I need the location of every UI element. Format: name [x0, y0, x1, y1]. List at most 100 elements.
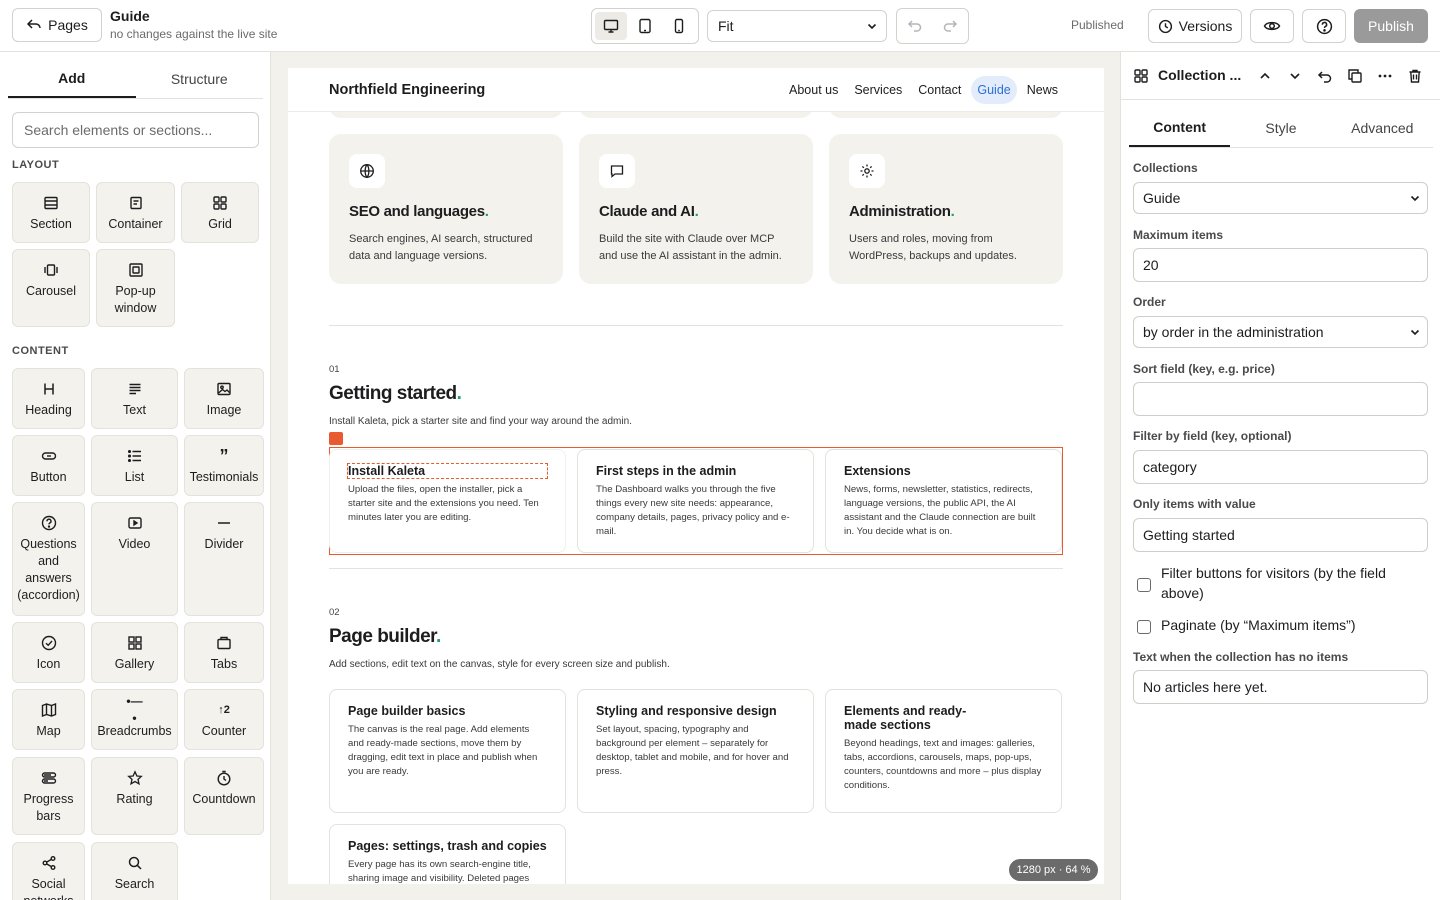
page-canvas[interactable]: Northfield Engineering About us Services…: [288, 68, 1104, 884]
order-select[interactable]: by order in the administration: [1133, 316, 1428, 348]
check-circle-icon: [40, 634, 58, 652]
duplicate-button[interactable]: [1345, 66, 1365, 86]
element-label: Progress bars: [23, 792, 74, 823]
article-card-title: Extensions: [844, 464, 911, 478]
tab-content[interactable]: Content: [1129, 108, 1231, 147]
section-number: 02: [329, 607, 340, 618]
filter-buttons-checkbox[interactable]: [1137, 578, 1151, 592]
element-tabs[interactable]: Tabs: [184, 622, 264, 683]
nav-link-guide[interactable]: Guide: [971, 76, 1017, 104]
topic-card-administration[interactable]: Administration. Users and roles, moving …: [829, 134, 1063, 284]
element-breadcrumbs[interactable]: •—• Breadcrumbs: [91, 689, 178, 750]
eye-icon: [1263, 21, 1281, 31]
element-carousel[interactable]: Carousel: [12, 249, 90, 327]
element-heading[interactable]: Heading: [12, 368, 85, 429]
selection-handle[interactable]: [329, 432, 343, 445]
article-card-title: First steps in the admin: [596, 464, 737, 478]
element-section[interactable]: Section: [12, 182, 90, 243]
nav-link-about[interactable]: About us: [783, 76, 844, 104]
mobile-view-button[interactable]: [663, 12, 695, 40]
only-items-input[interactable]: Getting started: [1133, 518, 1428, 552]
element-accordion[interactable]: Questions and answers (accordion): [12, 502, 85, 616]
article-card[interactable]: First steps in the admin The Dashboard w…: [577, 449, 814, 553]
article-card[interactable]: Styling and responsive design Set layout…: [577, 689, 814, 813]
zoom-select[interactable]: Fit: [707, 10, 887, 42]
help-button[interactable]: [1302, 9, 1346, 43]
element-social-networks[interactable]: Social networks: [12, 842, 85, 900]
preview-button[interactable]: [1250, 9, 1294, 43]
paginate-label[interactable]: Paginate (by “Maximum items”): [1161, 615, 1431, 635]
topic-card-claude[interactable]: Claude and AI. Build the site with Claud…: [579, 134, 813, 284]
paginate-checkbox[interactable]: [1137, 620, 1151, 634]
topic-card-text: Build the site with Claude over MCP and …: [599, 233, 782, 262]
move-down-button[interactable]: [1285, 66, 1305, 86]
article-card-text: Set layout, spacing, typography and back…: [596, 724, 789, 777]
site-brand[interactable]: Northfield Engineering: [329, 82, 485, 98]
article-card[interactable]: Pages: settings, trash and copies Every …: [329, 824, 566, 884]
max-items-input[interactable]: 20: [1133, 248, 1428, 282]
article-card[interactable]: Install Kaleta Upload the files, open th…: [329, 449, 566, 553]
element-countdown[interactable]: Countdown: [184, 757, 264, 835]
filter-field-input[interactable]: category: [1133, 450, 1428, 484]
tab-style[interactable]: Style: [1230, 108, 1331, 147]
tabs-icon: [215, 634, 233, 652]
tab-add[interactable]: Add: [8, 60, 136, 98]
element-popup[interactable]: Pop-up window: [96, 249, 175, 327]
desktop-view-button[interactable]: [595, 12, 627, 40]
element-gallery[interactable]: Gallery: [91, 622, 178, 683]
tablet-view-button[interactable]: [629, 12, 661, 40]
tab-structure[interactable]: Structure: [136, 60, 264, 98]
more-options-button[interactable]: [1375, 66, 1395, 86]
element-grid[interactable]: Grid: [181, 182, 259, 243]
section-description[interactable]: Install Kaleta, pick a starter site and …: [329, 416, 632, 427]
element-search[interactable]: Search: [91, 842, 178, 900]
element-label: Section: [30, 217, 72, 231]
section-title[interactable]: Getting started.: [329, 383, 462, 405]
tab-advanced[interactable]: Advanced: [1332, 108, 1433, 147]
topic-card-seo[interactable]: SEO and languages. Search engines, AI se…: [329, 134, 563, 284]
article-card-text: Beyond headings, text and images: galler…: [844, 738, 1042, 791]
versions-button[interactable]: Versions: [1148, 9, 1242, 43]
site-header[interactable]: Northfield Engineering About us Services…: [288, 68, 1104, 112]
select-parent-button[interactable]: [1315, 66, 1335, 86]
element-image[interactable]: Image: [184, 368, 264, 429]
collections-select[interactable]: Guide: [1133, 182, 1428, 214]
sort-field-input[interactable]: [1133, 382, 1428, 416]
article-card[interactable]: Page builder basics The canvas is the re…: [329, 689, 566, 813]
article-card[interactable]: Extensions News, forms, newsletter, stat…: [825, 449, 1062, 553]
element-divider[interactable]: Divider: [184, 502, 264, 616]
section-title[interactable]: Page builder.: [329, 626, 441, 648]
element-testimonials[interactable]: ” Testimonials: [184, 435, 264, 496]
nav-link-news[interactable]: News: [1021, 76, 1064, 104]
article-card[interactable]: Elements and ready-made sections Beyond …: [825, 689, 1062, 813]
nav-link-services[interactable]: Services: [848, 76, 908, 104]
element-list[interactable]: List: [91, 435, 178, 496]
element-rating[interactable]: Rating: [91, 757, 178, 835]
empty-text-label: Text when the collection has no items: [1133, 650, 1349, 664]
element-icon[interactable]: Icon: [12, 622, 85, 683]
order-label: Order: [1133, 295, 1166, 309]
element-video[interactable]: Video: [91, 502, 178, 616]
publish-button[interactable]: Publish: [1354, 9, 1428, 43]
empty-text-input[interactable]: No articles here yet.: [1133, 670, 1428, 704]
nav-link-contact[interactable]: Contact: [912, 76, 967, 104]
grid-icon: [211, 194, 229, 212]
element-text[interactable]: Text: [91, 368, 178, 429]
share-icon: [40, 854, 58, 872]
text-icon: [126, 380, 144, 398]
move-up-button[interactable]: [1255, 66, 1275, 86]
filter-buttons-label[interactable]: Filter buttons for visitors (by the fiel…: [1161, 563, 1431, 603]
zoom-value: Fit: [718, 18, 734, 34]
back-to-pages-button[interactable]: Pages: [12, 8, 102, 42]
element-container[interactable]: Container: [96, 182, 175, 243]
elements-search-input[interactable]: [12, 112, 259, 148]
element-counter[interactable]: ↑2 Counter: [184, 689, 264, 750]
redo-button[interactable]: [942, 17, 958, 36]
delete-button[interactable]: [1405, 66, 1425, 86]
element-progress-bars[interactable]: Progress bars: [12, 757, 85, 835]
article-card-title[interactable]: Install Kaleta: [347, 463, 548, 479]
element-map[interactable]: Map: [12, 689, 85, 750]
undo-button[interactable]: [907, 17, 923, 36]
element-button[interactable]: Button: [12, 435, 85, 496]
section-description[interactable]: Add sections, edit text on the canvas, s…: [329, 659, 670, 670]
